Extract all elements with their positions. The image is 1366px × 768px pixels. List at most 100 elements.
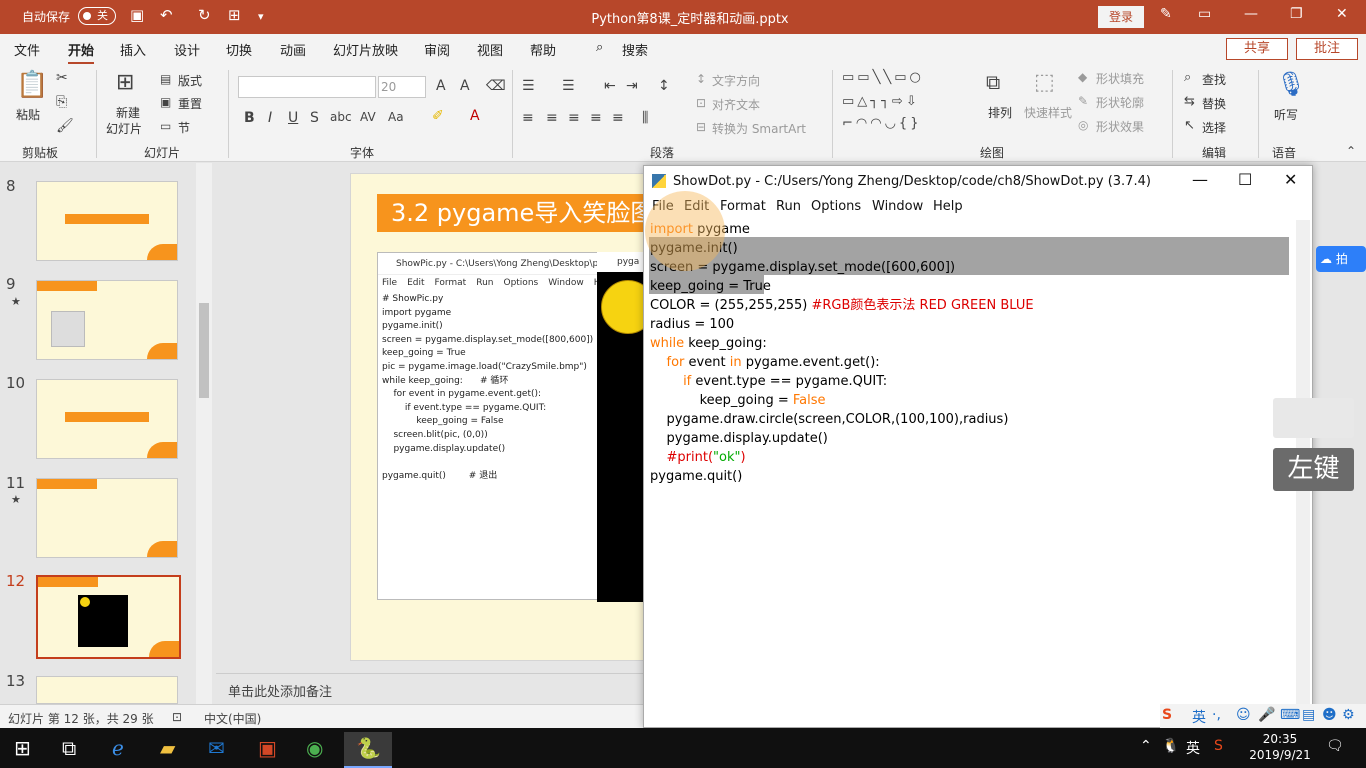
- arrange-button[interactable]: 排列: [988, 104, 1012, 121]
- idle-menu-format[interactable]: Format: [720, 199, 766, 214]
- bold-icon[interactable]: B: [244, 110, 255, 126]
- font-color-icon[interactable]: A: [470, 108, 480, 124]
- tab-review[interactable]: 审阅: [424, 40, 450, 59]
- text-direction-icon[interactable]: ↕: [696, 72, 706, 86]
- share-button[interactable]: 共享: [1226, 38, 1288, 60]
- justify-icon[interactable]: ≡: [590, 110, 602, 126]
- shape-effects-icon[interactable]: ◎: [1078, 118, 1088, 132]
- code-line[interactable]: radius = 100: [650, 315, 734, 334]
- current-slide[interactable]: 3.2 pygame导入笑脸图 ShowPic.py - C:\Users\Yo…: [350, 173, 646, 661]
- format-painter-icon[interactable]: 🖌: [56, 118, 74, 134]
- paste-button[interactable]: 粘贴: [16, 106, 40, 123]
- tray-sogou-icon[interactable]: S: [1214, 738, 1223, 754]
- new-slide-icon[interactable]: ⊞: [116, 70, 134, 95]
- find-button[interactable]: 查找: [1202, 71, 1226, 88]
- shape-outline-icon[interactable]: ✎: [1078, 94, 1088, 108]
- tab-file[interactable]: 文件: [14, 40, 40, 59]
- bullets-icon[interactable]: ☰: [522, 78, 535, 94]
- search-box[interactable]: 搜索: [622, 40, 648, 59]
- slide-thumbnail[interactable]: [36, 676, 178, 704]
- shadow-icon[interactable]: S: [310, 110, 319, 126]
- shrink-font-icon[interactable]: A: [460, 78, 470, 94]
- qq-icon[interactable]: 🐧: [1162, 738, 1179, 754]
- comment-button[interactable]: 批注: [1296, 38, 1358, 60]
- idle-title-bar[interactable]: ShowDot.py - C:/Users/Yong Zheng/Desktop…: [644, 166, 1312, 196]
- arrange-icon[interactable]: ⧉: [986, 70, 1000, 94]
- reset-icon[interactable]: ▣: [160, 95, 171, 109]
- shapes-gallery-icon[interactable]: ▭▭╲╲▭○: [842, 70, 924, 85]
- accessibility-icon[interactable]: ⊡: [172, 710, 182, 724]
- cloud-capture-button[interactable]: ☁ 拍: [1316, 246, 1366, 272]
- italic-icon[interactable]: I: [268, 110, 272, 126]
- idle-menu-help[interactable]: Help: [933, 199, 963, 214]
- tab-transitions[interactable]: 切换: [226, 40, 252, 59]
- scrollbar-thumb[interactable]: [199, 303, 209, 398]
- font-name-input[interactable]: [238, 76, 376, 98]
- ime-language[interactable]: 英: [1192, 707, 1206, 727]
- paste-icon[interactable]: 📋: [16, 70, 48, 100]
- tab-design[interactable]: 设计: [174, 40, 200, 59]
- replace-icon[interactable]: ⇆: [1184, 94, 1195, 109]
- slide-thumbnail[interactable]: [36, 280, 178, 360]
- sogou-icon[interactable]: S: [1162, 707, 1172, 723]
- edge-browser-icon[interactable]: ℯ: [112, 736, 124, 760]
- ime-voice-icon[interactable]: 🎤: [1258, 707, 1275, 723]
- idle-code-area[interactable]: import pygame pygame.init() screen = pyg…: [644, 220, 1290, 725]
- idle-editor-window[interactable]: ShowDot.py - C:/Users/Yong Zheng/Desktop…: [643, 165, 1313, 728]
- pen-icon[interactable]: ✎: [1160, 6, 1172, 22]
- tab-slideshow[interactable]: 幻灯片放映: [333, 40, 398, 59]
- collapse-ribbon-icon[interactable]: ⌃: [1346, 144, 1356, 158]
- taskbar-clock[interactable]: 20:35 2019/9/21: [1246, 731, 1314, 763]
- code-line[interactable]: #print("ok"): [650, 448, 746, 467]
- ime-user-icon[interactable]: ☻: [1322, 707, 1337, 723]
- thumbnail-scrollbar[interactable]: [196, 163, 212, 704]
- align-text-button[interactable]: 对齐文本: [712, 96, 760, 113]
- slide-thumbnail-selected[interactable]: [36, 575, 181, 659]
- tray-expand-icon[interactable]: ⌃: [1140, 738, 1152, 754]
- autosave-toggle[interactable]: 关: [78, 7, 116, 25]
- tab-home[interactable]: 开始: [68, 40, 95, 65]
- shapes-gallery-row3-icon[interactable]: ⌐◠◠◡{}: [842, 116, 921, 131]
- select-button[interactable]: 选择: [1202, 119, 1226, 136]
- shape-fill-button[interactable]: 形状填充: [1096, 70, 1144, 87]
- minimize-icon[interactable]: —: [1244, 6, 1258, 22]
- dictate-button[interactable]: 听写: [1274, 106, 1298, 123]
- ime-emoji-icon[interactable]: ☺: [1236, 707, 1251, 723]
- code-line[interactable]: while keep_going:: [650, 334, 767, 353]
- slide-canvas[interactable]: 3.2 pygame导入笑脸图 ShowPic.py - C:\Users\Yo…: [216, 163, 646, 673]
- notes-pane[interactable]: 单击此处添加备注: [216, 673, 646, 704]
- shape-fill-icon[interactable]: ◆: [1078, 70, 1087, 84]
- idle-minimize-icon[interactable]: —: [1192, 170, 1208, 189]
- shape-effects-button[interactable]: 形状效果: [1096, 118, 1144, 135]
- idle-menu-run[interactable]: Run: [776, 199, 801, 214]
- decrease-indent-icon[interactable]: ⇤: [604, 78, 616, 94]
- section-button[interactable]: 节: [178, 119, 190, 136]
- spacing-icon[interactable]: AV: [360, 110, 376, 124]
- code-line[interactable]: pygame.display.update(): [650, 429, 828, 448]
- ime-skin-icon[interactable]: ▤: [1302, 707, 1315, 723]
- tab-view[interactable]: 视图: [477, 40, 503, 59]
- ime-punctuation-icon[interactable]: ·,: [1212, 707, 1221, 723]
- tray-input-language[interactable]: 英: [1186, 738, 1200, 758]
- slide-title[interactable]: 3.2 pygame导入笑脸图: [377, 194, 645, 232]
- chrome-icon[interactable]: ◉: [306, 736, 323, 760]
- notes-placeholder[interactable]: 单击此处添加备注: [228, 681, 332, 700]
- smartart-icon[interactable]: ⊟: [696, 120, 706, 134]
- new-slide-label-2[interactable]: 幻灯片: [106, 120, 142, 137]
- cut-icon[interactable]: ✂: [56, 70, 68, 86]
- undo-icon[interactable]: ↶: [160, 6, 173, 24]
- notifications-icon[interactable]: 🗨: [1326, 738, 1344, 754]
- layout-icon[interactable]: ▤: [160, 72, 171, 86]
- copy-icon[interactable]: ⎘: [56, 94, 67, 110]
- text-direction-button[interactable]: 文字方向: [712, 72, 760, 89]
- columns-icon[interactable]: ⫼: [642, 110, 648, 126]
- file-explorer-icon[interactable]: ▰: [160, 736, 175, 760]
- new-slide-label[interactable]: 新建: [116, 104, 140, 121]
- task-view-icon[interactable]: ⧉: [62, 736, 76, 760]
- highlight-icon[interactable]: ✐: [432, 108, 444, 124]
- grow-font-icon[interactable]: A: [436, 78, 446, 94]
- increase-indent-icon[interactable]: ⇥: [626, 78, 638, 94]
- align-center-icon[interactable]: ≡: [546, 110, 558, 126]
- underline-icon[interactable]: U: [288, 110, 298, 126]
- start-windows-icon[interactable]: ⊞: [14, 736, 31, 760]
